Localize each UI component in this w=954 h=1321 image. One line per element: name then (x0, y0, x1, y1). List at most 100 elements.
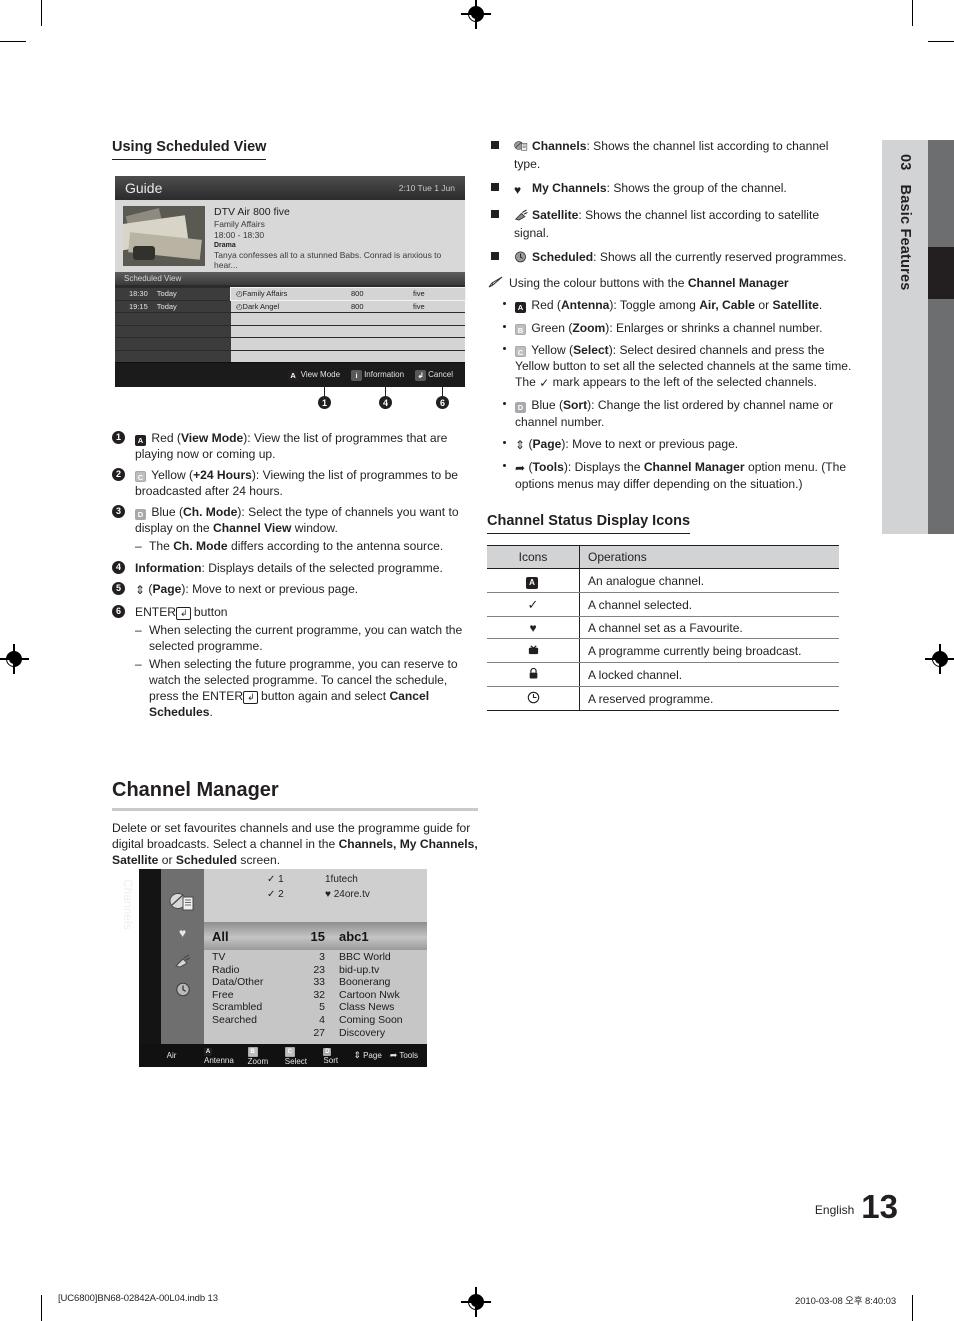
guide-row[interactable] (115, 325, 465, 337)
footer-timestamp: 2010-03-08 오후 8:40:03 (795, 1296, 896, 1307)
legend-subitem: When selecting the future programme, you… (135, 656, 478, 720)
bullet-dot (503, 324, 506, 328)
key-glyph: ↲ (415, 369, 427, 381)
cm-category[interactable]: Scrambled (212, 1001, 278, 1014)
satellite-icon[interactable] (172, 952, 194, 969)
colour-button-item: A Red (Antenna): Toggle among Air, Cable… (501, 297, 853, 314)
clock-icon[interactable] (172, 980, 194, 997)
cm-channel[interactable]: Boonerang (339, 976, 427, 989)
cm-top-row[interactable]: ✓ 2 ♥ 24ore.tv (204, 887, 427, 902)
table-row: A reserved programme. (487, 686, 839, 712)
cm-channel[interactable]: bid-up.tv (339, 964, 427, 977)
cm-number[interactable]: 27 (278, 1027, 325, 1040)
channel-manager-section: Channel Manager Delete or set favourites… (112, 778, 478, 877)
colour-button-item: ⇕ (Page): Move to next or previous page. (501, 436, 853, 453)
check-icon: ✓ (527, 596, 539, 612)
status-operation-cell: A channel set as a Favourite. (579, 616, 839, 640)
legend-text: Red (View Mode): View the list of progra… (135, 431, 448, 462)
cm-source: Air (166, 1051, 177, 1060)
guide-row[interactable]: 18:30 Today ◴Family Affairs 800 five (115, 287, 466, 301)
clock-icon (527, 691, 539, 703)
key-glyph: A (287, 369, 299, 381)
bullet-dot (503, 402, 506, 406)
cm-number[interactable]: 32 (278, 989, 325, 1002)
guide-row[interactable] (115, 338, 465, 350)
guide-row-time: 19:15 (129, 301, 148, 311)
crop-mark-bl-v (41, 1295, 43, 1321)
cm-category[interactable]: Free (212, 989, 278, 1002)
cm-channel[interactable]: Coming Soon (339, 1014, 427, 1027)
status-operation-cell: A channel selected. (579, 592, 839, 618)
guide-titlebar: Guide 2:10 Tue 1 Jun (115, 176, 465, 200)
legend-number: 2 (112, 468, 125, 482)
cm-category[interactable]: Data/Other (212, 976, 278, 989)
status-icon-cell (487, 662, 580, 688)
cm-category[interactable]: Searched (212, 1014, 278, 1027)
heart-icon[interactable]: ♥ (172, 924, 194, 941)
cm-category[interactable]: Radio (212, 964, 278, 977)
guide-row[interactable]: 19:15 Today ◴Dark Angel 800 five (115, 300, 465, 312)
registration-mark-top (461, 0, 491, 29)
square-bullet-icon (491, 183, 499, 192)
cm-key-select[interactable]: CSelect (284, 1046, 316, 1066)
guide-key-cancel[interactable]: ↲ Cancel (415, 369, 453, 381)
guide-row[interactable] (115, 350, 465, 362)
cm-number[interactable]: 3 (278, 951, 325, 964)
guide-key-view-mode[interactable]: A View Mode (287, 369, 340, 381)
colour-button-text: (Tools): Displays the Channel Manager op… (515, 459, 847, 491)
cm-row-name: 1futech (325, 874, 358, 885)
guide-clock: 2:10 Tue 1 Jun (398, 183, 455, 193)
cm-channel[interactable]: Cartoon Nwk (339, 989, 427, 1002)
colour-button-item: B Green (Zoom): Enlarges or shrinks a ch… (501, 320, 853, 336)
right-column: Channels: Shows the channel list accordi… (487, 138, 853, 712)
cm-channel[interactable]: Discovery (339, 1027, 427, 1040)
mode-text: Satellite: Shows the channel list accord… (514, 207, 820, 240)
table-row: ♥ A channel set as a Favourite. (487, 616, 839, 640)
chapter-bar-active (928, 247, 954, 299)
key-glyph: ⇕ (353, 1050, 362, 1060)
colour-button-text: Blue (Sort): Change the list ordered by … (515, 398, 834, 429)
status-operation-cell: A locked channel. (579, 662, 839, 688)
cm-key-tools[interactable]: ➦ Tools (390, 1050, 418, 1061)
mode-item: Scheduled: Shows all the currently reser… (487, 249, 853, 267)
colour-button-text: Red (Antenna): Toggle among Air, Cable o… (531, 298, 823, 313)
channels-icon[interactable] (168, 891, 198, 913)
guide-row[interactable] (115, 313, 465, 325)
footer-filename: [UC6800]BN68-02842A-00L04.indb 13 (58, 1293, 218, 1304)
status-operation-cell: A reserved programme. (579, 686, 839, 712)
cm-row-number: ✓ 1 (267, 874, 284, 885)
key-glyph: B (515, 323, 526, 335)
crop-mark-tr-v (911, 0, 913, 26)
page-number-block: English 13 (815, 1190, 898, 1223)
legend-item-5: 5 ⇕ (Page): Move to next or previous page… (112, 581, 478, 599)
pencil-icon (487, 276, 503, 289)
cm-number[interactable]: 23 (278, 964, 325, 977)
cm-key-antenna[interactable]: AAntenna (204, 1046, 240, 1065)
reserved-clock-icon: ◴ (236, 289, 243, 299)
cm-key-page[interactable]: ⇕ Page (354, 1050, 382, 1061)
info-time: 18:00 - 18:30 (214, 230, 265, 240)
tv-icon (528, 645, 538, 654)
cm-number[interactable]: 4 (278, 1014, 325, 1027)
cm-number[interactable]: 33 (278, 976, 325, 989)
cm-key-zoom[interactable]: BZoom (247, 1046, 277, 1066)
cm-category[interactable]: TV (212, 951, 278, 964)
th-icons: Icons (487, 545, 580, 570)
callout-badge: 4 (379, 396, 392, 409)
channel-status-table: Icons Operations A An analogue channel. ✓ A… (487, 545, 839, 712)
legend-item-6: 6 ENTER↲ button When selecting the current… (112, 604, 478, 721)
cm-selected-row[interactable]: All 15 abc1 (204, 922, 427, 950)
cm-number-list: 3 23 33 32 5 4 27 (278, 951, 339, 1039)
cm-top-row[interactable]: ✓ 1 1futech (204, 872, 427, 887)
cm-channel-list: BBC World bid-up.tv Boonerang Cartoon Nwk Cl… (339, 951, 427, 1039)
guide-key-information[interactable]: i Information (351, 369, 404, 381)
status-operation-cell: An analogue channel. (579, 568, 839, 594)
info-genre: Drama (214, 242, 236, 249)
mode-item: Satellite: Shows the channel list accord… (487, 207, 853, 241)
cm-channel[interactable]: BBC World (339, 951, 427, 964)
cm-number[interactable]: 5 (278, 1001, 325, 1014)
mode-text: Scheduled: Shows all the currently reser… (532, 250, 847, 265)
check-icon: ✓ (267, 889, 276, 900)
cm-channel[interactable]: Class News (339, 1001, 427, 1014)
cm-key-sort[interactable]: DSort (323, 1046, 345, 1065)
